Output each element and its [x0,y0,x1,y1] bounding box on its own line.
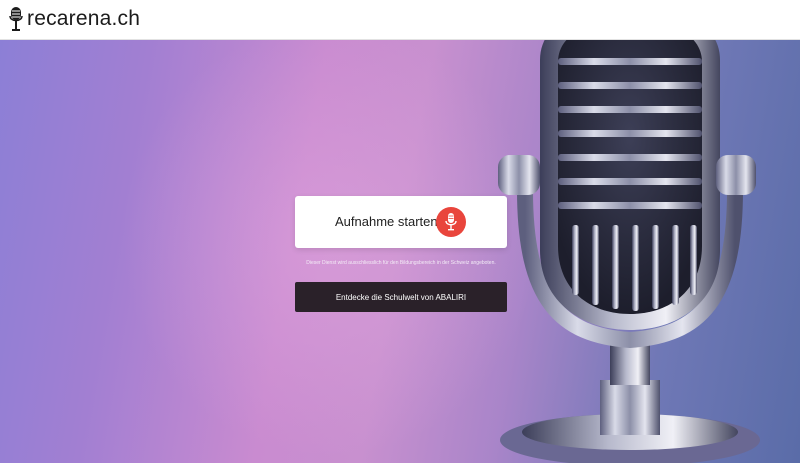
start-recording-label: Aufnahme starten [335,214,438,229]
start-recording-button[interactable]: Aufnahme starten [295,196,507,248]
landing-page: recarena.ch Aufnahme starten Dieser Dien… [0,0,800,463]
brand-logo-link[interactable]: recarena.ch [8,6,140,32]
record-button[interactable] [436,207,466,237]
top-header: recarena.ch [0,0,800,40]
service-notice: Dieser Dienst wird ausschliesslich für d… [306,260,496,266]
brand-name: recarena.ch [27,7,141,30]
microphone-icon [9,7,23,31]
microphone-icon [445,213,457,231]
studio-microphone-image [498,2,760,463]
abaliri-schoolworld-button[interactable]: Entdecke die Schulwelt von ABALIRI [295,282,507,312]
